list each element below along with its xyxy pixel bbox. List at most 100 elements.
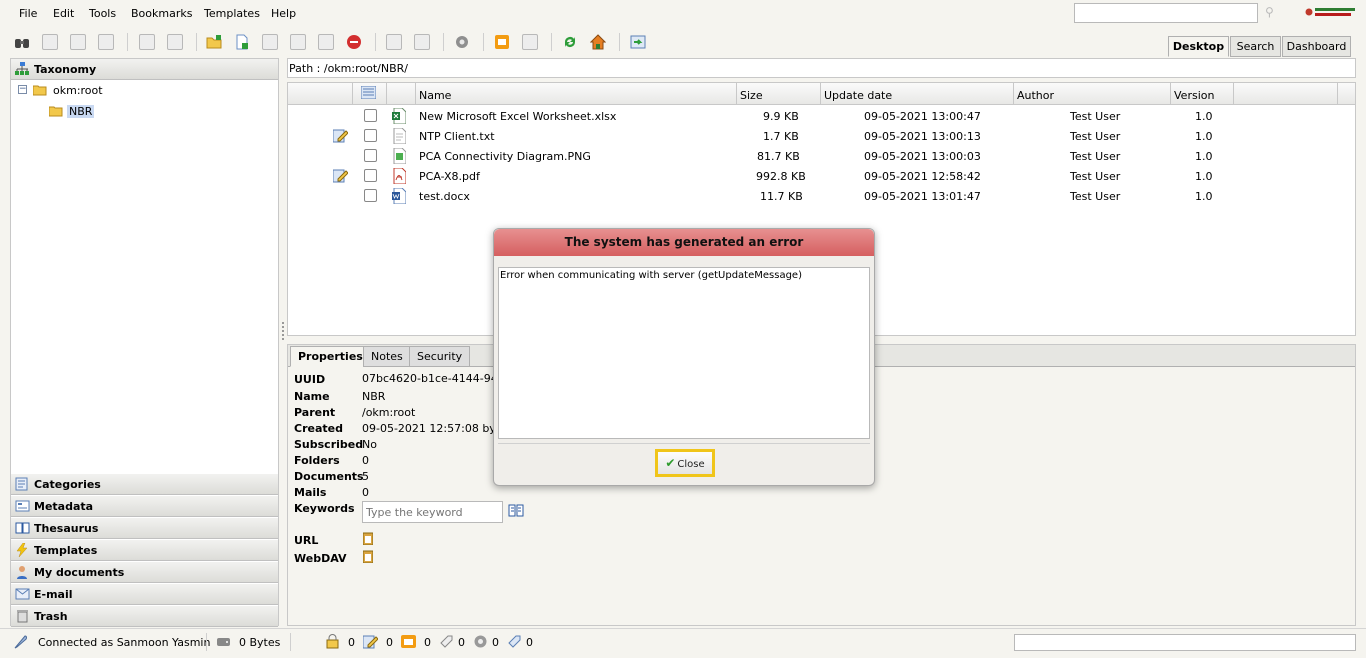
stack-categories[interactable]: Categories	[11, 474, 278, 495]
clipboard-icon[interactable]	[363, 550, 373, 563]
menu-help[interactable]: Help	[271, 7, 296, 20]
file-name[interactable]: NTP Client.txt	[419, 130, 495, 143]
refresh-icon[interactable]	[562, 34, 578, 50]
delete-icon[interactable]	[346, 34, 362, 50]
row-checkbox[interactable]	[364, 169, 377, 182]
add-document-icon[interactable]	[234, 34, 250, 50]
export-icon[interactable]	[630, 34, 646, 50]
row-checkbox[interactable]	[364, 129, 377, 142]
tag-icon[interactable]	[439, 634, 454, 649]
remove-property-group-icon[interactable]	[414, 34, 430, 50]
row-checkbox[interactable]	[364, 109, 377, 122]
file-name[interactable]: PCA-X8.pdf	[419, 170, 480, 183]
column-size[interactable]: Size	[736, 83, 820, 105]
label-created: Created	[294, 422, 343, 435]
document-move-icon[interactable]	[318, 34, 334, 50]
tab-security[interactable]: Security	[409, 346, 471, 367]
stack-email[interactable]: E-mail	[11, 584, 278, 605]
table-row[interactable]: PCA Connectivity Diagram.PNG 81.7 KB 09-…	[288, 147, 1355, 167]
row-checkbox[interactable]	[364, 149, 377, 162]
column-selector[interactable]	[352, 83, 386, 105]
lock-icon[interactable]	[139, 34, 155, 50]
tree-item-root[interactable]: okm:root	[53, 84, 103, 97]
proposed-subscription-icon[interactable]	[507, 634, 522, 649]
document-image-icon[interactable]	[262, 34, 278, 50]
remove-subscription-icon[interactable]	[522, 34, 538, 50]
stack-email-label: E-mail	[34, 588, 73, 601]
unlock-icon[interactable]	[167, 34, 183, 50]
locked-documents-icon[interactable]	[325, 634, 340, 649]
document-icon[interactable]	[42, 34, 58, 50]
tree-item-nbr[interactable]: NBR	[67, 105, 95, 118]
add-folder-icon[interactable]	[206, 34, 222, 50]
search-icon[interactable]: ⚲	[1265, 5, 1274, 19]
connected-user: Connected as Sanmoon Yasmin	[38, 636, 211, 649]
stack-metadata[interactable]: Metadata	[11, 496, 278, 517]
workflow-gear-icon[interactable]	[454, 34, 470, 50]
stack-trash[interactable]: Trash	[11, 606, 278, 627]
file-version: 1.0	[1195, 110, 1213, 123]
table-row[interactable]: PCA-X8.pdf 992.8 KB 09-05-2021 12:58:42 …	[288, 167, 1355, 187]
column-filler	[1233, 83, 1337, 105]
folder-open-icon	[49, 106, 63, 117]
stack-thesaurus[interactable]: Thesaurus	[11, 518, 278, 539]
file-date: 09-05-2021 13:01:47	[864, 190, 981, 203]
stack-taxonomy[interactable]: Taxonomy	[11, 59, 278, 80]
row-checkbox[interactable]	[364, 189, 377, 202]
file-author: Test User	[1070, 110, 1121, 123]
file-name[interactable]: test.docx	[419, 190, 470, 203]
binoculars-icon[interactable]	[14, 34, 30, 50]
tab-properties[interactable]: Properties	[290, 346, 371, 367]
table-row[interactable]: New Microsoft Excel Worksheet.xlsx 9.9 K…	[288, 107, 1355, 127]
clipboard-icon[interactable]	[363, 532, 373, 545]
print-icon[interactable]	[98, 34, 114, 50]
tree-collapse-toggle[interactable]: −	[18, 85, 27, 94]
home-icon[interactable]	[590, 34, 606, 50]
edit-pencil-icon	[333, 129, 348, 143]
workflow-gear-icon[interactable]	[473, 634, 488, 649]
stack-my-documents[interactable]: My documents	[11, 562, 278, 583]
keyword-input[interactable]	[362, 501, 503, 523]
document-edit-icon[interactable]	[70, 34, 86, 50]
menu-templates[interactable]: Templates	[204, 7, 260, 20]
toolbar-separator	[619, 33, 620, 51]
top-search-input[interactable]	[1074, 3, 1258, 23]
file-name[interactable]: PCA Connectivity Diagram.PNG	[419, 150, 591, 163]
tab-desktop[interactable]: Desktop	[1168, 36, 1229, 57]
tab-dashboard[interactable]: Dashboard	[1282, 36, 1351, 57]
menu-edit[interactable]: Edit	[53, 7, 74, 20]
menu-file[interactable]: File	[19, 7, 37, 20]
tab-search[interactable]: Search	[1230, 36, 1281, 57]
error-dialog: The system has generated an error Error …	[493, 228, 875, 486]
add-property-group-icon[interactable]	[386, 34, 402, 50]
value-uuid: 07bc4620-b1ce-4144-94f	[362, 372, 502, 385]
proposed-count: 0	[526, 636, 533, 649]
menu-bookmarks[interactable]: Bookmarks	[131, 7, 192, 20]
column-update-date[interactable]: Update date	[820, 83, 1013, 105]
stack-templates[interactable]: Templates	[11, 540, 278, 561]
status-separator	[206, 633, 207, 651]
file-name[interactable]: New Microsoft Excel Worksheet.xlsx	[419, 110, 616, 123]
file-author: Test User	[1070, 130, 1121, 143]
checkmark-icon: ✔	[665, 456, 676, 470]
column-author[interactable]: Author	[1013, 83, 1170, 105]
checked-out-icon[interactable]	[363, 634, 378, 649]
table-row[interactable]: NTP Client.txt 1.7 KB 09-05-2021 13:00:1…	[288, 127, 1355, 147]
add-subscription-icon[interactable]	[494, 34, 510, 50]
table-row[interactable]: test.docx 11.7 KB 09-05-2021 13:01:47 Te…	[288, 187, 1355, 207]
document-copy-icon[interactable]	[290, 34, 306, 50]
dialog-title[interactable]: The system has generated an error	[494, 229, 874, 256]
menu-tools[interactable]: Tools	[89, 7, 116, 20]
subscription-icon[interactable]	[401, 634, 416, 649]
splitter-handle[interactable]	[281, 320, 285, 340]
label-documents: Documents	[294, 470, 364, 483]
stack-thesaurus-label: Thesaurus	[34, 522, 99, 535]
value-folders: 0	[362, 454, 369, 467]
column-version[interactable]: Version	[1170, 83, 1233, 105]
column-name[interactable]: Name	[415, 83, 736, 105]
close-button[interactable]: ✔ Close	[655, 449, 715, 477]
folder-open-icon	[33, 85, 47, 96]
book-icon	[15, 522, 30, 534]
thesaurus-book-icon[interactable]	[508, 504, 524, 517]
tab-notes[interactable]: Notes	[363, 346, 411, 367]
